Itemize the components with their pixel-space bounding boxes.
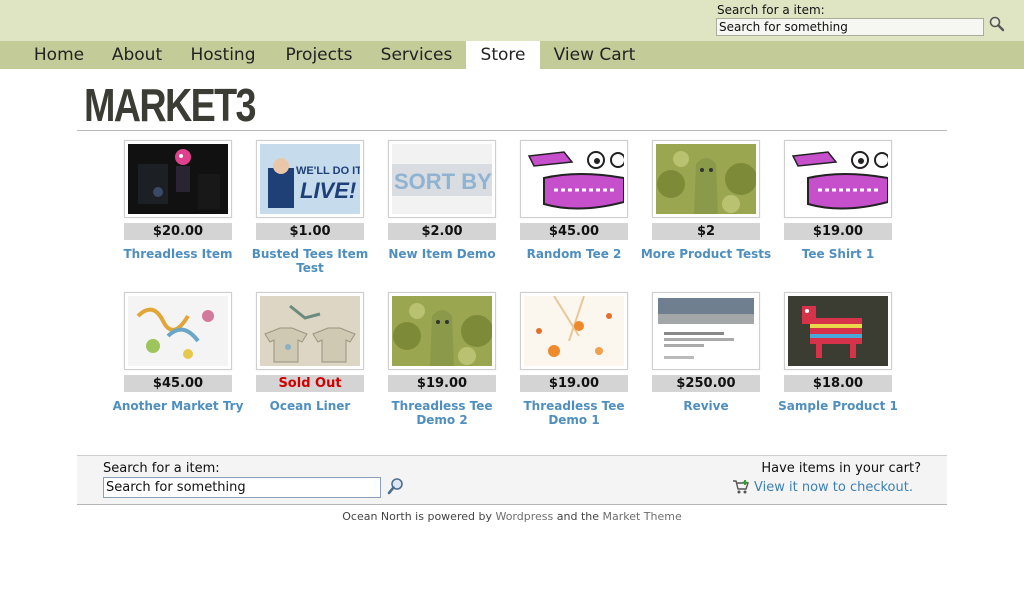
product-price: $20.00 [124,223,232,240]
header-divider [77,130,947,131]
nav-item-services[interactable]: Services [374,41,459,69]
nav-item-about[interactable]: About [104,41,170,69]
product-title[interactable]: Busted Tees Item Test [242,247,378,275]
product-price: Sold Out [256,375,364,392]
product-thumbnail[interactable] [520,140,628,218]
product-thumbnail[interactable] [388,292,496,370]
bottom-search-input[interactable] [103,477,381,498]
product-title[interactable]: Threadless Item [110,247,246,261]
cart-label: Have items in your cart? [761,461,921,476]
product-thumbnail[interactable] [784,292,892,370]
search-icon[interactable] [988,15,1006,33]
product-thumbnail[interactable] [652,140,760,218]
product-thumbnail[interactable] [652,292,760,370]
top-search-label: Search for a item: [717,3,825,17]
footer-text: Ocean North is powered by [342,510,492,523]
product-title[interactable]: Sample Product 1 [770,399,906,413]
product-thumbnail[interactable] [256,292,364,370]
product-price: $19.00 [388,375,496,392]
nav-item-projects[interactable]: Projects [277,41,361,69]
cart-add-icon [732,479,750,495]
product-title[interactable]: Ocean Liner [242,399,378,413]
footer-text: and the [556,510,599,523]
product-price: $19.00 [520,375,628,392]
product-title[interactable]: Threadless Tee Demo 1 [506,399,642,427]
site-logo[interactable]: MARKET3 [84,80,256,130]
product-thumbnail[interactable] [124,140,232,218]
market-theme-link[interactable]: Market Theme [603,510,682,523]
product-thumbnail[interactable] [784,140,892,218]
svg-text:WE'LL DO IT: WE'LL DO IT [296,165,360,177]
nav-item-home[interactable]: Home [26,41,92,69]
nav-item-hosting[interactable]: Hosting [182,41,264,69]
product-price: $45.00 [520,223,628,240]
product-title[interactable]: Tee Shirt 1 [770,247,906,261]
product-price: $250.00 [652,375,760,392]
top-search-input[interactable] [716,18,984,36]
main-nav: Home About Hosting Projects Services Sto… [0,41,1024,69]
checkout-link[interactable]: View it now to checkout. [754,480,913,495]
product-thumbnail[interactable] [124,292,232,370]
wordpress-link[interactable]: Wordpress [495,510,553,523]
product-price: $45.00 [124,375,232,392]
svg-text:LIVE!: LIVE! [300,178,356,203]
product-price: $19.00 [784,223,892,240]
product-thumbnail[interactable] [520,292,628,370]
product-price: $2 [652,223,760,240]
product-title[interactable]: Threadless Tee Demo 2 [374,399,510,427]
nav-item-view-cart[interactable]: View Cart [547,41,642,69]
product-thumbnail[interactable]: WE'LL DO IT LIVE! [256,140,364,218]
product-thumbnail[interactable]: SORT BY PR [388,140,496,218]
svg-text:SORT BY PR: SORT BY PR [394,169,492,194]
product-title[interactable]: Another Market Try [110,399,246,413]
product-price: $1.00 [256,223,364,240]
nav-item-store[interactable]: Store [466,41,540,69]
product-title[interactable]: New Item Demo [374,247,510,261]
site-footer: Ocean North is powered by Wordpress and … [0,510,1024,523]
bottom-search-label: Search for a item: [103,461,220,476]
product-title[interactable]: Random Tee 2 [506,247,642,261]
product-title[interactable]: Revive [638,399,774,413]
product-price: $18.00 [784,375,892,392]
product-price: $2.00 [388,223,496,240]
search-icon[interactable] [386,476,406,496]
product-title[interactable]: More Product Tests [638,247,774,261]
